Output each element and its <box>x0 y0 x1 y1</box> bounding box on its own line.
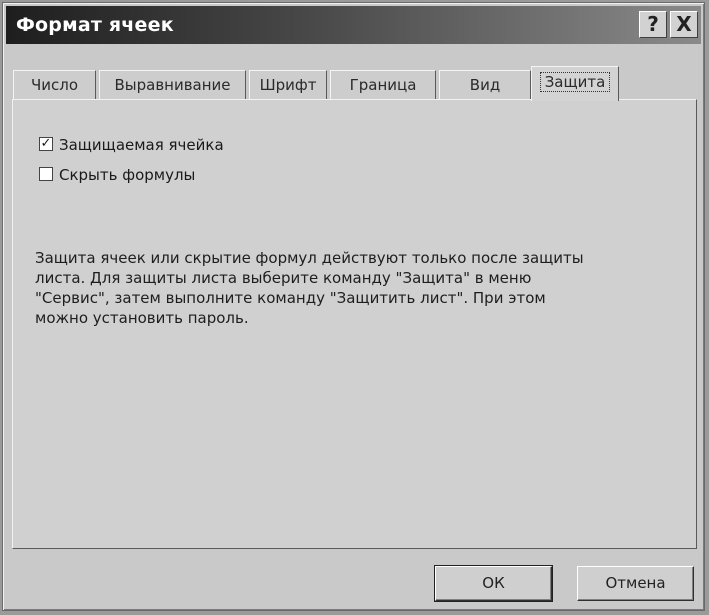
tab-border[interactable]: Граница <box>330 70 436 99</box>
close-button[interactable]: X <box>670 11 698 38</box>
protection-description: Защита ячеек или скрытие формул действую… <box>35 249 584 327</box>
tab-alignment[interactable]: Выравнивание <box>99 70 246 99</box>
help-icon: ? <box>647 12 659 36</box>
cancel-button[interactable]: Отмена <box>577 566 694 601</box>
help-button[interactable]: ? <box>639 11 667 38</box>
protection-panel: ✓ Защищаемая ячейка Скрыть формулы Защит… <box>12 99 697 549</box>
close-icon: X <box>676 12 692 36</box>
locked-checkbox[interactable]: ✓ <box>39 137 53 151</box>
format-cells-dialog: Формат ячеек ? X Число Выравнивание Шриф… <box>2 2 705 611</box>
hidden-label[interactable]: Скрыть формулы <box>59 165 195 185</box>
checkmark-icon: ✓ <box>40 136 52 151</box>
window-title: Формат ячеек <box>16 14 174 36</box>
ok-button[interactable]: ОК <box>434 565 553 602</box>
title-bar[interactable]: Формат ячеек ? X <box>6 6 701 44</box>
tab-protection-label: Защита <box>539 72 611 92</box>
tab-patterns[interactable]: Вид <box>439 70 531 99</box>
tab-protection[interactable]: Защита <box>531 66 619 101</box>
tab-number[interactable]: Число <box>13 70 96 99</box>
locked-label[interactable]: Защищаемая ячейка <box>59 135 224 155</box>
tab-font[interactable]: Шрифт <box>249 70 327 99</box>
hidden-checkbox[interactable] <box>39 167 53 181</box>
